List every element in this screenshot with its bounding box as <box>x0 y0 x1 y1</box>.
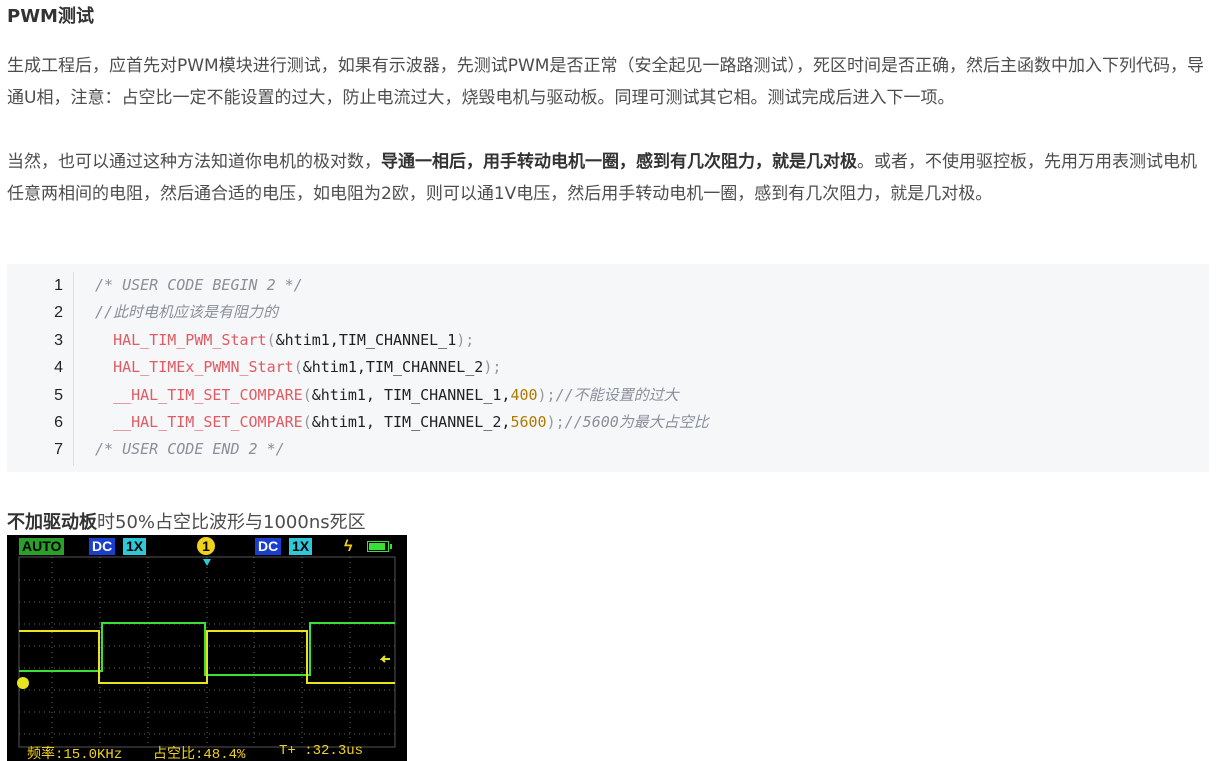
line-number: 4 <box>54 359 63 377</box>
scope-status-bar: AUTO DC 1X 1 DC 1X ϟ <box>7 535 407 557</box>
code-block[interactable]: 1 2 3 4 5 6 7 /* USER CODE BEGIN 2 */ //… <box>7 264 1209 472</box>
code-function: __HAL_TIM_SET_COMPARE <box>113 385 303 404</box>
period-label: T+ : <box>279 743 313 759</box>
trace-channel-2 <box>19 630 395 684</box>
line-number: 1 <box>54 277 63 294</box>
mode-badge: AUTO <box>19 538 65 555</box>
code-lines: /* USER CODE BEGIN 2 */ //此时电机应该是有阻力的 HA… <box>95 272 709 464</box>
channel-badge: 1 <box>197 537 215 555</box>
code-function: HAL_TIMEx_PWMN_Start <box>113 358 294 377</box>
duty-label: 占空比: <box>153 747 204 761</box>
line-number: 2 <box>54 304 63 322</box>
code-comment: //5600为最大占空比 <box>564 412 709 431</box>
intro-paragraph: 生成工程后，应首先对PWM模块进行测试，如果有示波器，先测试PWM是否正常（安全… <box>7 56 1204 108</box>
duty-readout: 占空比:48.4% <box>153 743 245 761</box>
period-value: 32.3us <box>312 743 364 759</box>
code-line: __HAL_TIM_SET_COMPARE(&htim1, TIM_CHANNE… <box>113 412 709 431</box>
ch2-coupling-badge: DC <box>255 538 282 555</box>
trigger-position-icon <box>203 559 211 566</box>
code-function: HAL_TIM_PWM_Start <box>113 330 267 349</box>
code-number: 400 <box>510 385 538 404</box>
ch2-probe-badge: 1X <box>289 538 313 555</box>
code-function: __HAL_TIM_SET_COMPARE <box>113 412 303 431</box>
frequency-label: 频率: <box>27 747 64 761</box>
period-readout: T+ :32.3us <box>279 743 363 759</box>
line-number: 6 <box>54 413 63 431</box>
code-line: //此时电机应该是有阻力的 <box>95 299 709 326</box>
frequency-readout: 频率:15.0KHz <box>27 743 122 761</box>
waveform-display <box>17 556 396 748</box>
line-number: 7 <box>54 441 63 459</box>
section-title: PWM测试 <box>7 6 94 27</box>
code-comment: //不能设置的过大 <box>555 385 679 404</box>
figure-caption: 不加驱动板时50%占空比波形与1000ns死区 <box>7 508 366 534</box>
code-comment: /* USER CODE END 2 */ <box>95 440 285 459</box>
code-line: /* USER CODE END 2 */ <box>95 436 709 463</box>
duty-value: 48.4% <box>203 747 246 761</box>
code-line: /* USER CODE BEGIN 2 */ <box>95 272 709 299</box>
caption-bold: 不加驱动板 <box>7 512 97 533</box>
code-args: &htim1, TIM_CHANNEL_1, <box>311 385 511 404</box>
paragraph-bold-text: 导通一相后，用手转动电机一圈，感到有几次阻力，就是几对极 <box>381 152 857 172</box>
ch1-probe-badge: 1X <box>123 538 147 555</box>
trigger-edge-icon: ϟ <box>344 538 353 555</box>
line-number: 3 <box>54 331 63 349</box>
code-args: &htim1,TIM_CHANNEL_1 <box>275 330 457 349</box>
line-number-gutter: 1 2 3 4 5 6 7 <box>7 272 74 466</box>
code-line: __HAL_TIM_SET_COMPARE(&htim1, TIM_CHANNE… <box>113 385 679 404</box>
code-line: HAL_TIM_PWM_Start(&htim1,TIM_CHANNEL_1); <box>113 330 475 349</box>
code-comment: //此时电机应该是有阻力的 <box>95 303 279 322</box>
frequency-value: 15.0KHz <box>63 747 123 761</box>
article: PWM测试 生成工程后，应首先对PWM模块进行测试，如果有示波器，先测试PWM是… <box>0 0 1217 761</box>
oscilloscope-screenshot: AUTO DC 1X 1 DC 1X ϟ 频率:15.0KHz 占空比:48.4… <box>7 535 407 761</box>
measurement-bar: 频率:15.0KHz 占空比:48.4% T+ :32.3us <box>7 743 407 761</box>
caption-text: 时50%占空比波形与1000ns死区 <box>97 512 366 533</box>
paragraph-text: 当然，也可以通过这种方法知道你电机的极对数， <box>7 152 381 172</box>
pole-pair-paragraph: 当然，也可以通过这种方法知道你电机的极对数，导通一相后，用手转动电机一圈，感到有… <box>7 146 1207 210</box>
code-comment: /* USER CODE BEGIN 2 */ <box>95 276 303 294</box>
ch1-coupling-badge: DC <box>89 538 116 555</box>
code-args: &htim1, TIM_CHANNEL_2, <box>311 412 511 431</box>
battery-icon <box>367 541 392 552</box>
code-args: &htim1,TIM_CHANNEL_2 <box>302 358 484 377</box>
code-line: HAL_TIMEx_PWMN_Start(&htim1,TIM_CHANNEL_… <box>113 358 502 377</box>
code-number: 5600 <box>510 412 547 431</box>
trigger-level-arrow-icon <box>379 655 390 663</box>
line-number: 5 <box>54 386 63 404</box>
channel-marker-icon <box>17 677 29 689</box>
